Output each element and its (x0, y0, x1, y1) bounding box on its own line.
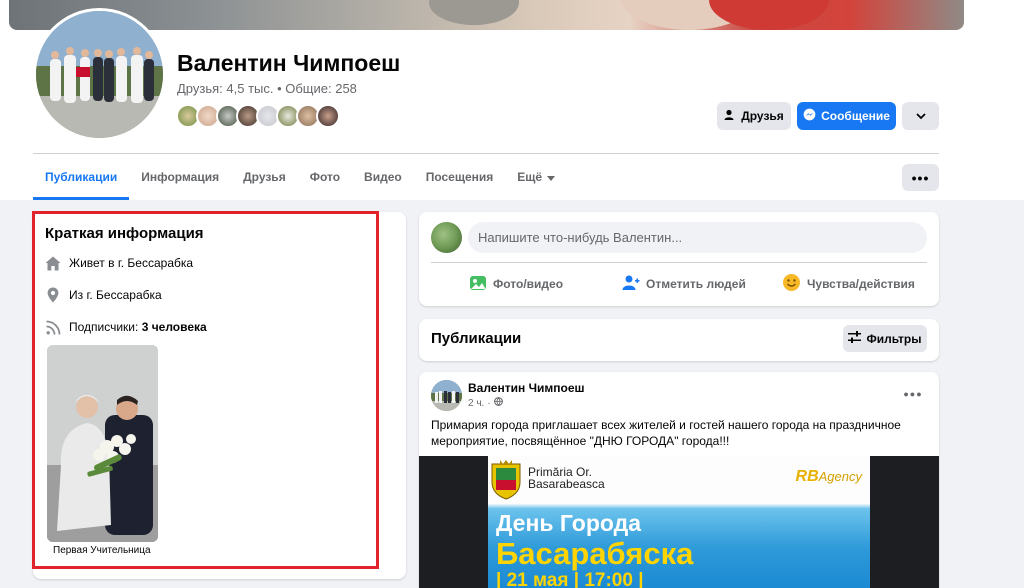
more-dots-icon: ●●● (903, 389, 923, 399)
coat-of-arms-icon (491, 460, 521, 500)
tab-label: Посещения (425, 170, 494, 184)
post-meta-separator: · (487, 397, 491, 409)
friends-button[interactable]: Друзья (717, 102, 791, 130)
profile-photo-figures (36, 11, 163, 138)
message-button[interactable]: Сообщение (797, 102, 896, 130)
composer-divider (431, 262, 927, 263)
tab-friends[interactable]: Друзья (231, 154, 298, 200)
feelings-button[interactable]: Чувства/действия (782, 272, 915, 296)
tab-more[interactable]: Ещё (505, 154, 567, 200)
poster-organization: Primăria Or. Basarabeasca (528, 466, 605, 490)
profile-header: Валентин Чимпоеш Друзья: 4,5 тыс. • Общи… (0, 0, 1024, 200)
tab-label: Информация (141, 170, 220, 184)
friends-count[interactable]: Друзья: 4,5 тыс. • Общие: 258 (177, 81, 357, 96)
poster-date: | 21 мая | 17:00 | (496, 570, 644, 588)
photo-video-button[interactable]: Фото/видео (469, 272, 563, 296)
mutual-friends-avatars[interactable] (176, 104, 340, 130)
person-check-icon (724, 109, 736, 124)
cover-photo[interactable] (9, 0, 964, 30)
globe-icon (493, 397, 503, 409)
tag-person-icon (622, 274, 640, 295)
composer-input[interactable]: Напишите что-нибудь Валентин... (468, 222, 927, 253)
tab-information[interactable]: Информация (129, 154, 231, 200)
photo-video-label: Фото/видео (493, 277, 564, 291)
photo-icon (469, 274, 487, 295)
filters-label: Фильтры (866, 331, 922, 346)
post-options-button[interactable]: ●●● (900, 385, 926, 403)
messenger-icon (803, 108, 816, 124)
tab-publications[interactable]: Публикации (33, 154, 130, 200)
poster-agency-logo: RBAgency (796, 468, 862, 486)
profile-tabs: Публикации Информация Друзья Фото Видео … (33, 154, 567, 200)
tab-video[interactable]: Видео (352, 154, 414, 200)
tab-label: Публикации (45, 170, 118, 184)
tab-label: Фото (309, 170, 341, 184)
publications-title: Публикации (431, 330, 522, 347)
caret-down-icon (547, 170, 556, 184)
poster-agency-sub: Agency (818, 469, 862, 484)
tab-photo[interactable]: Фото (298, 154, 352, 200)
poster-org-line2: Basarabeasca (528, 477, 605, 491)
more-actions-button[interactable] (902, 102, 939, 130)
tab-checkins[interactable]: Посещения (414, 154, 506, 200)
chevron-down-icon (915, 109, 926, 123)
mutual-friend-avatar[interactable] (316, 104, 340, 128)
profile-avatar[interactable] (33, 8, 166, 141)
tag-people-label: Отметить людей (646, 277, 746, 291)
poster-city-title: Басарабяска (496, 536, 694, 571)
feelings-label: Чувства/действия (807, 277, 915, 291)
filters-button[interactable]: Фильтры (843, 325, 927, 352)
composer-avatar[interactable] (431, 222, 462, 253)
post-text: Примария города приглашает всех жителей … (431, 418, 901, 448)
post-avatar-figures (431, 380, 462, 411)
post-meta: 2 ч. · (468, 397, 503, 409)
friends-button-label: Друзья (741, 109, 784, 123)
post-image[interactable]: Primăria Or. Basarabeasca RBAgency День … (419, 456, 939, 588)
post-time[interactable]: 2 ч. (468, 398, 484, 409)
highlight-box (32, 211, 379, 569)
tab-label: Видео (364, 170, 402, 184)
post-author-avatar[interactable] (431, 380, 462, 411)
tabs-more-options-button[interactable]: ••• (902, 164, 939, 191)
tab-label: Ещё (517, 170, 543, 184)
message-button-label: Сообщение (821, 109, 890, 123)
poster-day-title: День Города (496, 510, 642, 536)
profile-name: Валентин Чимпоеш (177, 50, 401, 76)
tab-label: Друзья (243, 170, 286, 184)
tag-people-button[interactable]: Отметить людей (622, 272, 746, 296)
smiley-icon (782, 273, 801, 295)
event-poster: Primăria Or. Basarabeasca RBAgency День … (488, 456, 870, 588)
sliders-icon (848, 331, 862, 346)
post-author-name[interactable]: Валентин Чимпоеш (468, 381, 585, 395)
more-dots-icon: ••• (911, 169, 930, 186)
poster-agency-main: RB (795, 468, 819, 485)
